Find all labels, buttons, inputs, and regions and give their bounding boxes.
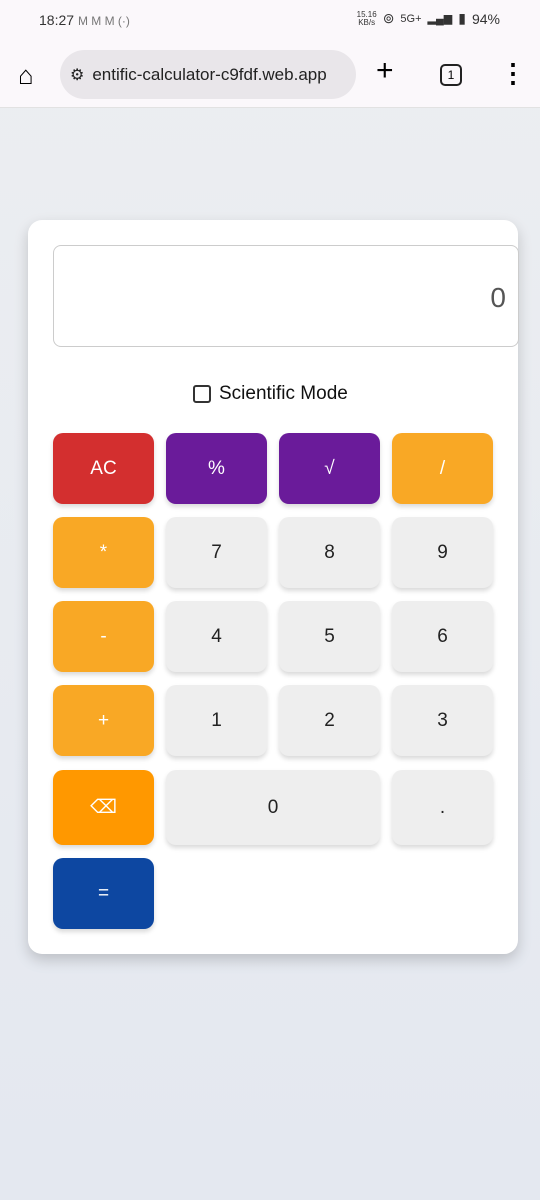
- url-text: entific-calculator-c9fdf.web.app: [92, 64, 327, 84]
- plus-button[interactable]: +: [53, 685, 154, 756]
- decimal-button[interactable]: .: [392, 770, 493, 845]
- digit-0-button[interactable]: 0: [166, 770, 380, 845]
- scientific-mode-label: Scientific Mode: [219, 383, 348, 404]
- sqrt-button[interactable]: √: [279, 433, 380, 504]
- digit-6-button[interactable]: 6: [392, 601, 493, 672]
- notification-icons: M M M (·): [77, 14, 130, 28]
- digit-5-button[interactable]: 5: [279, 601, 380, 672]
- battery-icon: ▮: [458, 10, 466, 26]
- address-bar[interactable]: ⚙ entific-calculator-c9fdf.web.app: [60, 50, 356, 99]
- equals-button[interactable]: =: [53, 858, 154, 929]
- tab-switcher-button[interactable]: 1: [440, 64, 462, 86]
- new-tab-icon[interactable]: +: [376, 54, 394, 88]
- time: 18:27: [39, 12, 75, 28]
- digit-1-button[interactable]: 1: [166, 685, 267, 756]
- signal-icon: ▂▄▆: [427, 13, 453, 25]
- digit-9-button[interactable]: 9: [392, 517, 493, 588]
- scientific-mode-toggle[interactable]: Scientific Mode: [193, 383, 348, 405]
- digit-4-button[interactable]: 4: [166, 601, 267, 672]
- minus-button[interactable]: -: [53, 601, 154, 672]
- calculator-card: 0 Scientific Mode AC % √ / * 7 8 9 - 4 5…: [28, 220, 519, 954]
- network-type: 5G+: [400, 12, 422, 25]
- backspace-button[interactable]: ⌫: [53, 770, 154, 845]
- browser-toolbar: ⌂ ⚙ entific-calculator-c9fdf.web.app + 1…: [0, 44, 540, 108]
- clear-button[interactable]: AC: [53, 433, 154, 504]
- more-menu-icon[interactable]: ⋮: [500, 58, 526, 89]
- digit-7-button[interactable]: 7: [166, 517, 267, 588]
- digit-3-button[interactable]: 3: [392, 685, 493, 756]
- network-speed: 15.16 KB/s: [356, 9, 377, 27]
- calculator-display: 0: [53, 245, 519, 347]
- site-settings-icon[interactable]: ⚙: [70, 65, 84, 85]
- digit-2-button[interactable]: 2: [279, 685, 380, 756]
- divide-button[interactable]: /: [392, 433, 493, 504]
- home-icon[interactable]: ⌂: [18, 60, 34, 91]
- status-bar: 18:27 M M M (·) 15.16 KB/s ⊚ 5G+ ▂▄▆ ▮ 94…: [0, 0, 540, 44]
- digit-8-button[interactable]: 8: [279, 517, 380, 588]
- scientific-mode-checkbox[interactable]: [193, 385, 211, 403]
- hotspot-icon: ⊚: [382, 10, 395, 26]
- multiply-button[interactable]: *: [53, 517, 154, 588]
- battery-level: 94%: [471, 10, 500, 27]
- percent-button[interactable]: %: [166, 433, 267, 504]
